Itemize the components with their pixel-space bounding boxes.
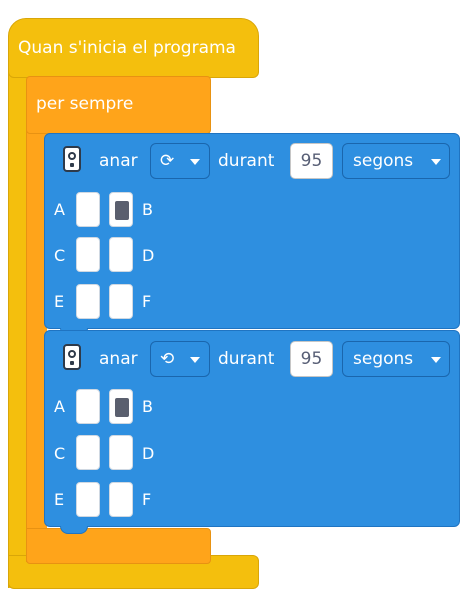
counterclockwise-icon: ⟲	[160, 349, 175, 369]
port-label-e: E	[54, 490, 65, 509]
port-label-b: B	[142, 397, 153, 416]
chevron-down-icon	[190, 159, 200, 165]
direction-dropdown[interactable]: ⟲	[150, 341, 210, 377]
forever-block-foot	[26, 528, 211, 564]
port-f-toggle[interactable]	[109, 284, 133, 319]
port-b-toggle[interactable]	[109, 192, 133, 227]
port-d-toggle[interactable]	[109, 237, 133, 272]
motor-icon	[63, 344, 81, 370]
port-e-toggle[interactable]	[76, 482, 100, 517]
port-d-toggle[interactable]	[109, 435, 133, 470]
unit-dropdown[interactable]: segons	[342, 341, 450, 377]
port-label-c: C	[54, 246, 66, 265]
port-label-f: F	[142, 490, 152, 509]
during-label: durant	[218, 151, 275, 171]
forever-block-label: per sempre	[36, 94, 134, 114]
port-e-toggle[interactable]	[76, 284, 100, 319]
port-label-a: A	[54, 397, 65, 416]
unit-label: segons	[353, 349, 414, 369]
hat-block-label: Quan s'inicia el programa	[18, 38, 236, 58]
port-a-toggle[interactable]	[76, 389, 100, 424]
unit-label: segons	[353, 151, 414, 171]
port-f-toggle[interactable]	[109, 482, 133, 517]
port-label-a: A	[54, 200, 65, 219]
chevron-down-icon	[431, 357, 441, 363]
chevron-down-icon	[190, 357, 200, 363]
block-notch	[60, 526, 88, 534]
port-label-d: D	[142, 444, 155, 463]
motor-run-label: anar	[99, 151, 138, 171]
chevron-down-icon	[431, 159, 441, 165]
port-label-c: C	[54, 444, 66, 463]
port-a-toggle[interactable]	[76, 192, 100, 227]
during-label: durant	[218, 349, 275, 369]
port-label-e: E	[54, 292, 65, 311]
unit-dropdown[interactable]: segons	[342, 143, 450, 179]
duration-input[interactable]: 95	[290, 341, 333, 377]
port-label-d: D	[142, 246, 155, 265]
port-label-b: B	[142, 200, 153, 219]
port-c-toggle[interactable]	[76, 435, 100, 470]
port-c-toggle[interactable]	[76, 237, 100, 272]
direction-dropdown[interactable]: ⟳	[150, 143, 210, 179]
duration-input[interactable]: 95	[290, 143, 333, 179]
motor-icon	[63, 146, 81, 172]
motor-run-label: anar	[99, 349, 138, 369]
port-label-f: F	[142, 292, 152, 311]
clockwise-icon: ⟳	[160, 151, 175, 171]
port-b-toggle[interactable]	[109, 389, 133, 424]
